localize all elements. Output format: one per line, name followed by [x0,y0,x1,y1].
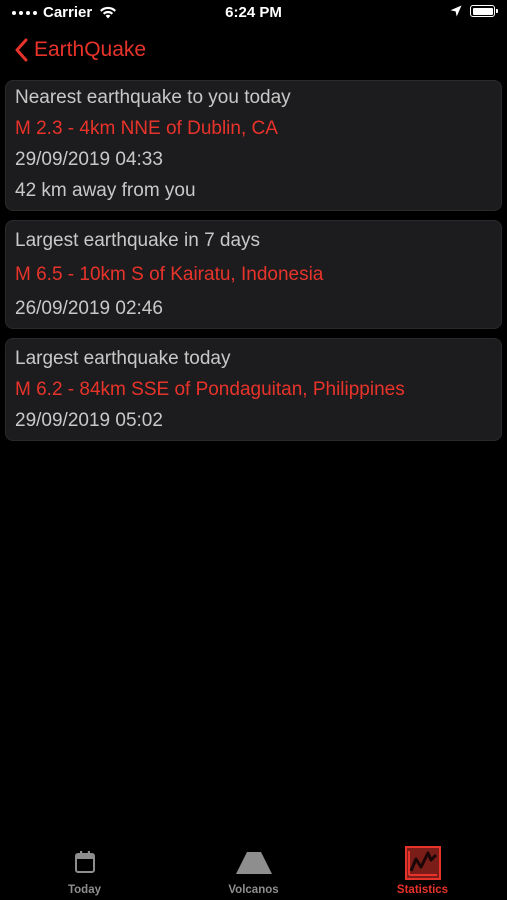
largest-today-card[interactable]: Largest earthquake today M 6.2 - 84km SS… [5,338,502,441]
quake-datetime: 29/09/2019 04:33 [15,149,163,170]
chart-icon [404,846,441,880]
calendar-icon [74,851,95,873]
tab-label: Statistics [396,884,449,896]
tab-bar: Today Volcanos Statistics [0,838,507,900]
navigation-bar: EarthQuake [0,30,507,76]
status-bar: Carrier 6:24 PM [0,0,507,28]
tab-volcanos[interactable]: Volcanos [169,838,338,900]
card-title: Largest earthquake in 7 days [15,230,261,251]
tab-label: Volcanos [228,884,279,896]
back-button[interactable]: EarthQuake [14,38,146,62]
quake-headline: M 6.5 - 10km S of Kairatu, Indonesia [15,264,324,285]
tab-today[interactable]: Today [0,838,169,900]
status-right [450,5,498,17]
clock: 6:24 PM [225,4,282,21]
tab-statistics[interactable]: Statistics [338,838,507,900]
screen: Carrier 6:24 PM EarthQuake Nearest earth… [0,0,507,900]
back-label: EarthQuake [34,38,147,61]
tab-label: Today [67,884,101,896]
chevron-left-icon [15,38,28,62]
nearest-quake-card[interactable]: Nearest earthquake to you today M 2.3 - … [5,80,502,211]
quake-headline: M 6.2 - 84km SSE of Pondaguitan, Philipp… [15,379,405,400]
volcano-icon [235,852,272,874]
quake-distance: 42 km away from you [15,180,196,201]
location-arrow-icon [450,5,462,17]
card-title: Largest earthquake today [15,348,231,369]
largest-7-days-card[interactable]: Largest earthquake in 7 days M 6.5 - 10k… [5,220,502,329]
battery-icon [470,5,498,17]
quake-headline: M 2.3 - 4km NNE of Dublin, CA [15,118,278,139]
quake-datetime: 26/09/2019 02:46 [15,298,163,319]
card-title: Nearest earthquake to you today [15,87,291,108]
quake-datetime: 29/09/2019 05:02 [15,410,163,431]
